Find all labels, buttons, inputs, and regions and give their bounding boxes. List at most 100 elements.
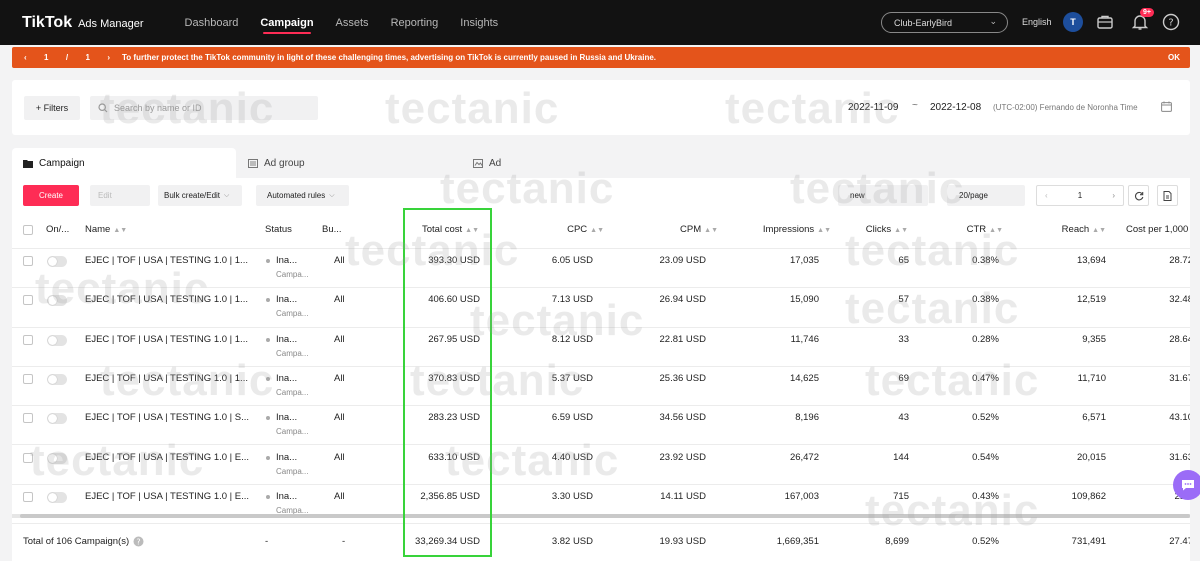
campaign-name-link[interactable]: EJEC | TOF | USA | TESTING 1.0 | 1... [85, 294, 248, 305]
header-reach[interactable]: Reach ▲▼ [1062, 224, 1106, 235]
campaign-name-link[interactable]: EJEC | TOF | USA | TESTING 1.0 | 1... [85, 373, 248, 384]
campaign-status: Ina... [276, 451, 298, 463]
row-checkbox[interactable] [23, 334, 33, 345]
header-name-label: Name [85, 224, 111, 235]
table-row[interactable]: EJEC | TOF | USA | TESTING 1.0 | 1... Ina… [12, 249, 1190, 289]
header-ctr[interactable]: CTR ▲▼ [967, 224, 1003, 235]
header-clicks[interactable]: Clicks ▲▼ [866, 224, 908, 235]
row-checkbox[interactable] [23, 491, 33, 502]
date-range-end[interactable]: 2022-12-08 [930, 102, 981, 113]
header-onoff[interactable]: On/... [46, 224, 69, 235]
campaign-name-link[interactable]: EJEC | TOF | USA | TESTING 1.0 | E... [85, 452, 249, 463]
chat-icon [1182, 480, 1194, 491]
sort-icon: ▲▼ [704, 227, 718, 234]
tab-campaign[interactable]: Campaign [12, 148, 236, 178]
select-all-checkbox[interactable] [23, 225, 33, 235]
edit-button[interactable]: Edit [90, 185, 150, 206]
banner-ok-button[interactable]: OK [1168, 53, 1180, 62]
tab-ad-group[interactable]: Ad group [248, 148, 448, 178]
cell-cpc: 3.30 USD [551, 490, 593, 502]
cell-cpm: 34.56 USD [659, 412, 706, 424]
campaign-toggle[interactable] [47, 256, 67, 267]
date-range-start[interactable]: 2022-11-09 [848, 102, 898, 113]
create-button[interactable]: Create [23, 185, 79, 206]
cell-impressions: 17,035 [789, 255, 819, 266]
svg-text:?: ? [1168, 18, 1173, 29]
header-cpm[interactable]: CPM ▲▼ [680, 224, 718, 235]
campaign-name-link[interactable]: EJEC | TOF | USA | TESTING 1.0 | 1... [85, 255, 248, 266]
cell-cpm: 26.94 USD [659, 294, 706, 306]
campaign-name-link[interactable]: EJEC | TOF | USA | TESTING 1.0 | S... [85, 412, 249, 423]
table-row[interactable]: EJEC | TOF | USA | TESTING 1.0 | 1... Ina… [12, 288, 1190, 328]
campaign-toggle[interactable] [47, 452, 67, 464]
campaign-toggle[interactable] [47, 491, 67, 503]
row-checkbox[interactable] [23, 295, 33, 306]
cell-clicks: 65 [898, 255, 909, 266]
briefcase-icon[interactable] [1096, 13, 1114, 31]
user-avatar[interactable]: T [1063, 12, 1083, 32]
info-icon[interactable]: ? [133, 536, 144, 547]
campaign-budget: All [334, 451, 345, 463]
tiktok-ads-manager-logo[interactable]: TikTok Ads Manager [22, 14, 144, 32]
sort-icon: ▲▼ [989, 227, 1003, 234]
page-size-select[interactable]: 20/page [947, 185, 1025, 206]
calendar-icon[interactable] [1161, 101, 1172, 112]
table-row[interactable]: EJEC | TOF | USA | TESTING 1.0 | S... Ina… [12, 406, 1190, 446]
campaign-name-link[interactable]: EJEC | TOF | USA | TESTING 1.0 | 1... [85, 334, 248, 345]
tab-ad[interactable]: Ad [473, 148, 673, 178]
banner-message: To further protect the TikTok community … [122, 53, 657, 62]
announcement-banner: ‹ 1 / 1 › To further protect the TikTok … [12, 47, 1190, 68]
header-cost-per-1000[interactable]: Cost per 1,000 [1126, 224, 1188, 235]
table-row[interactable]: EJEC | TOF | USA | TESTING 1.0 | 1... Ina… [12, 367, 1190, 407]
chevron-right-icon[interactable]: › [107, 53, 110, 62]
nav-insights[interactable]: Insights [449, 0, 509, 45]
next-page-icon[interactable]: › [1112, 191, 1115, 200]
prev-page-icon[interactable]: ‹ [1045, 191, 1048, 200]
automated-rules-button[interactable]: Automated rules ⌵ [256, 185, 349, 206]
campaign-toggle[interactable] [47, 413, 67, 425]
help-icon[interactable]: ? [1162, 13, 1180, 31]
table-row[interactable]: EJEC | TOF | USA | TESTING 1.0 | E... Ina… [12, 446, 1190, 485]
refresh-button[interactable] [1128, 185, 1149, 206]
campaign-budget: All [334, 490, 345, 502]
account-selector[interactable]: Club-EarlyBird ⌄ [881, 12, 1008, 33]
row-checkbox[interactable] [23, 373, 33, 384]
banner-page-current: 1 [44, 53, 49, 62]
campaign-toggle[interactable] [47, 295, 67, 307]
tab-ad-group-label: Ad group [264, 157, 305, 169]
filters-button[interactable]: + Filters [24, 96, 80, 120]
total-cost-highlight-box [403, 208, 492, 557]
cell-ctr: 0.52% [972, 412, 999, 424]
campaign-toggle[interactable] [47, 334, 67, 346]
campaign-toggle[interactable] [47, 373, 67, 385]
current-page[interactable]: 1 [1078, 191, 1082, 200]
custom-columns-value: new [850, 191, 865, 200]
header-cpc[interactable]: CPC ▲▼ [567, 224, 604, 235]
header-name[interactable]: Name ▲▼ [85, 224, 127, 235]
custom-columns-select[interactable]: new [838, 185, 928, 206]
language-selector[interactable]: English [1022, 17, 1052, 27]
export-button[interactable] [1157, 185, 1178, 206]
export-icon [1163, 190, 1172, 201]
row-checkbox[interactable] [23, 452, 33, 463]
nav-reporting[interactable]: Reporting [380, 0, 450, 45]
chevron-left-icon[interactable]: ‹ [24, 53, 27, 62]
campaign-name-link[interactable]: EJEC | TOF | USA | TESTING 1.0 | E... [85, 491, 249, 502]
nav-dashboard[interactable]: Dashboard [174, 0, 250, 45]
header-impressions[interactable]: Impressions ▲▼ [763, 224, 831, 235]
banner-page-total: 1 [85, 53, 90, 62]
header-ctr-label: CTR [966, 224, 987, 235]
nav-assets[interactable]: Assets [325, 0, 380, 45]
row-checkbox[interactable] [23, 413, 33, 424]
table-row[interactable]: EJEC | TOF | USA | TESTING 1.0 | 1... Ina… [12, 328, 1190, 367]
campaign-status: Ina... [276, 333, 298, 345]
chat-support-button[interactable] [1173, 470, 1200, 500]
chevron-down-icon: ⌵ [224, 191, 230, 199]
search-input[interactable]: Search by name or ID [90, 96, 318, 120]
header-status[interactable]: Status [265, 224, 292, 235]
folder-icon [23, 159, 33, 168]
bulk-create-edit-button[interactable]: Bulk create/Edit ⌵ [158, 185, 242, 206]
header-budget[interactable]: Bu... [322, 224, 342, 235]
nav-campaign[interactable]: Campaign [249, 0, 324, 45]
row-checkbox[interactable] [23, 256, 33, 266]
